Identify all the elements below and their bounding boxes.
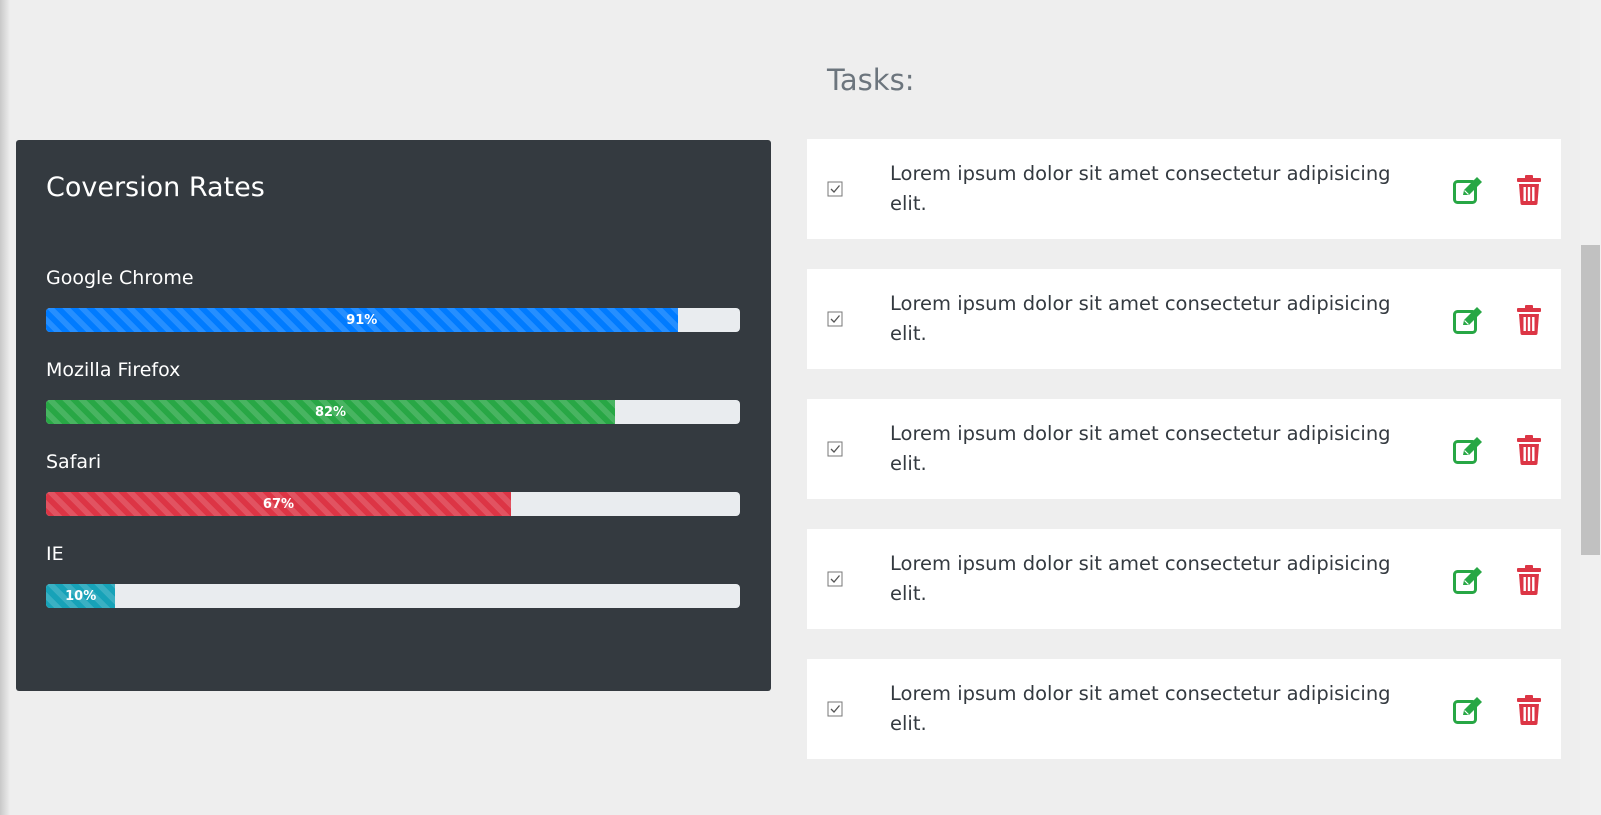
progress-track: 10% <box>46 584 740 608</box>
checkbox-checked-icon[interactable] <box>827 441 843 457</box>
edit-icon[interactable] <box>1452 565 1484 595</box>
task-text: Lorem ipsum dolor sit amet consectetur a… <box>890 422 1391 475</box>
progress-fill: 67% <box>46 492 511 516</box>
task-text: Lorem ipsum dolor sit amet consectetur a… <box>890 162 1391 215</box>
progress-track: 82% <box>46 400 740 424</box>
checkbox-checked-icon[interactable] <box>827 181 843 197</box>
task-item: Lorem ipsum dolor sit amet consectetur a… <box>807 399 1561 499</box>
trash-icon[interactable] <box>1517 695 1541 725</box>
task-item: Lorem ipsum dolor sit amet consectetur a… <box>807 659 1561 759</box>
bar-group-ie: IE 10% <box>46 542 741 608</box>
bar-label: Safari <box>46 451 102 473</box>
bar-group-chrome: Google Chrome 91% <box>46 266 741 332</box>
bar-group-firefox: Mozilla Firefox 82% <box>46 358 741 424</box>
task-item: Lorem ipsum dolor sit amet consectetur a… <box>807 139 1561 239</box>
checkbox-checked-icon[interactable] <box>827 571 843 587</box>
edit-icon[interactable] <box>1452 175 1484 205</box>
trash-icon[interactable] <box>1517 175 1541 205</box>
progress-text: 91% <box>346 312 378 328</box>
task-text: Lorem ipsum dolor sit amet consectetur a… <box>890 682 1391 735</box>
task-list: Lorem ipsum dolor sit amet consectetur a… <box>807 139 1561 789</box>
bar-label: Mozilla Firefox <box>46 359 181 381</box>
task-text: Lorem ipsum dolor sit amet consectetur a… <box>890 292 1391 345</box>
conversion-rates-card: Coversion Rates Google Chrome 91% Mozill… <box>16 140 771 691</box>
task-text: Lorem ipsum dolor sit amet consectetur a… <box>890 552 1391 605</box>
edit-icon[interactable] <box>1452 435 1484 465</box>
trash-icon[interactable] <box>1517 305 1541 335</box>
progress-text: 82% <box>314 404 347 420</box>
progress-track: 67% <box>46 492 740 516</box>
edit-icon[interactable] <box>1452 695 1484 725</box>
bar-label: Google Chrome <box>46 267 194 289</box>
page-edge-shadow <box>0 0 10 815</box>
checkbox-checked-icon[interactable] <box>827 701 843 717</box>
trash-icon[interactable] <box>1517 565 1541 595</box>
progress-text: 10% <box>65 588 97 604</box>
edit-icon[interactable] <box>1452 305 1484 335</box>
task-item: Lorem ipsum dolor sit amet consectetur a… <box>807 529 1561 629</box>
scrollbar-thumb[interactable] <box>1581 245 1600 555</box>
bar-group-safari: Safari 67% <box>46 450 741 516</box>
trash-icon[interactable] <box>1517 435 1541 465</box>
card-title: Coversion Rates <box>46 172 265 203</box>
progress-fill: 82% <box>46 400 616 424</box>
bar-label: IE <box>46 543 64 565</box>
progress-text: 67% <box>262 496 295 512</box>
progress-fill: 91% <box>46 308 678 332</box>
tasks-heading: Tasks: <box>827 63 915 97</box>
progress-fill: 10% <box>46 584 116 608</box>
progress-track: 91% <box>46 308 740 332</box>
checkbox-checked-icon[interactable] <box>827 311 843 327</box>
task-item: Lorem ipsum dolor sit amet consectetur a… <box>807 269 1561 369</box>
